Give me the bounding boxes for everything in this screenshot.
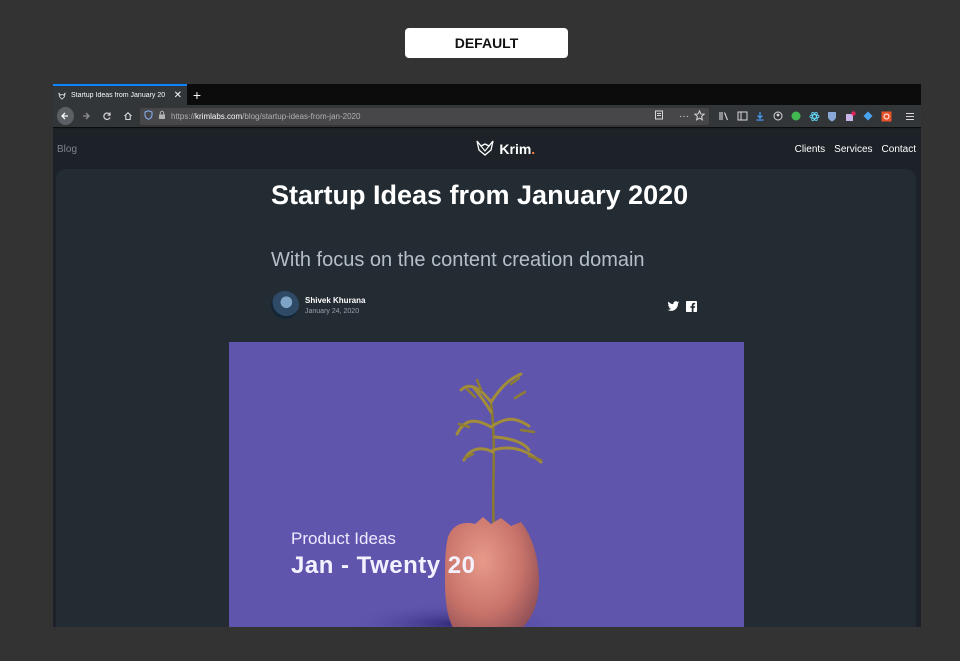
hero-line-1: Product Ideas bbox=[291, 529, 396, 548]
back-button[interactable] bbox=[57, 107, 74, 125]
nav-clients-link[interactable]: Clients bbox=[795, 144, 826, 155]
reload-icon[interactable] bbox=[99, 107, 116, 125]
menu-icon[interactable] bbox=[903, 109, 917, 123]
social-share bbox=[667, 299, 697, 317]
page-actions-icon[interactable]: ··· bbox=[679, 111, 689, 122]
nav-blog-link[interactable]: Blog bbox=[57, 144, 157, 155]
publish-date: January 24, 2020 bbox=[305, 307, 360, 315]
nav-services-link[interactable]: Services bbox=[834, 144, 872, 155]
url-prefix: https:// bbox=[171, 111, 196, 121]
site-nav-links: Clients Services Contact bbox=[795, 144, 916, 155]
tab-title: Startup Ideas from January 20 bbox=[71, 92, 166, 99]
home-icon[interactable] bbox=[119, 107, 136, 125]
url-host: krimlabs.com bbox=[195, 111, 243, 121]
logo-dot: . bbox=[531, 141, 536, 157]
web-page: Blog Krim. Clients Services Contact Star… bbox=[53, 129, 921, 627]
fox-logo-icon bbox=[476, 140, 495, 159]
fox-favicon-icon bbox=[58, 92, 66, 100]
extension-orange-icon[interactable] bbox=[879, 109, 893, 123]
bookmark-star-icon[interactable] bbox=[693, 109, 706, 123]
extension-green-icon[interactable] bbox=[789, 109, 803, 123]
react-devtools-icon[interactable] bbox=[807, 109, 821, 123]
password-manager-icon[interactable] bbox=[825, 109, 839, 123]
author-name[interactable]: Shivek Khurana bbox=[305, 296, 365, 305]
download-icon[interactable] bbox=[753, 109, 767, 123]
library-icon[interactable] bbox=[717, 109, 731, 123]
url-text: https://krimlabs.com/blog/startup-ideas-… bbox=[171, 112, 360, 121]
tracking-shield-icon[interactable] bbox=[144, 110, 153, 122]
twitter-icon[interactable] bbox=[667, 299, 680, 317]
hero-line-2: Jan - Twenty 20 bbox=[291, 552, 476, 579]
article-title: Startup Ideas from January 2020 bbox=[271, 180, 689, 210]
extension-blue-icon[interactable] bbox=[861, 109, 875, 123]
address-bar[interactable]: https://krimlabs.com/blog/startup-ideas-… bbox=[140, 107, 709, 125]
lock-icon[interactable] bbox=[158, 110, 166, 122]
hero-image: Product Ideas Jan - Twenty 20 bbox=[229, 342, 744, 627]
tab-active[interactable]: Startup Ideas from January 20 ✕ bbox=[53, 84, 187, 105]
tab-bar: Startup Ideas from January 20 ✕ + bbox=[53, 84, 921, 105]
site-navbar: Blog Krim. Clients Services Contact bbox=[53, 129, 921, 169]
default-label: DEFAULT bbox=[405, 28, 568, 58]
author-block: Shivek Khurana January 24, 2020 bbox=[271, 291, 365, 319]
avatar[interactable] bbox=[271, 291, 299, 319]
article-subtitle: With focus on the content creation domai… bbox=[271, 249, 645, 271]
sidebar-icon[interactable] bbox=[735, 109, 749, 123]
site-logo[interactable]: Krim. bbox=[217, 140, 795, 159]
new-tab-button[interactable]: + bbox=[187, 84, 207, 105]
close-icon[interactable]: ✕ bbox=[174, 90, 182, 101]
forward-button[interactable] bbox=[78, 107, 95, 125]
egg-plant-illustration bbox=[344, 372, 564, 627]
account-icon[interactable] bbox=[771, 109, 785, 123]
browser-window: Startup Ideas from January 20 ✕ + https:… bbox=[53, 84, 921, 627]
toolbar-icons bbox=[717, 109, 917, 123]
url-path: /blog/startup-ideas-from-jan-2020 bbox=[242, 111, 361, 121]
navigation-toolbar: https://krimlabs.com/blog/startup-ideas-… bbox=[53, 105, 921, 128]
nav-contact-link[interactable]: Contact bbox=[882, 144, 916, 155]
reader-view-icon[interactable] bbox=[654, 110, 664, 122]
logo-text: Krim bbox=[499, 141, 532, 157]
extension-badge-icon[interactable] bbox=[843, 109, 857, 123]
facebook-icon[interactable] bbox=[686, 299, 697, 317]
article-card: Startup Ideas from January 2020 With foc… bbox=[56, 169, 916, 627]
